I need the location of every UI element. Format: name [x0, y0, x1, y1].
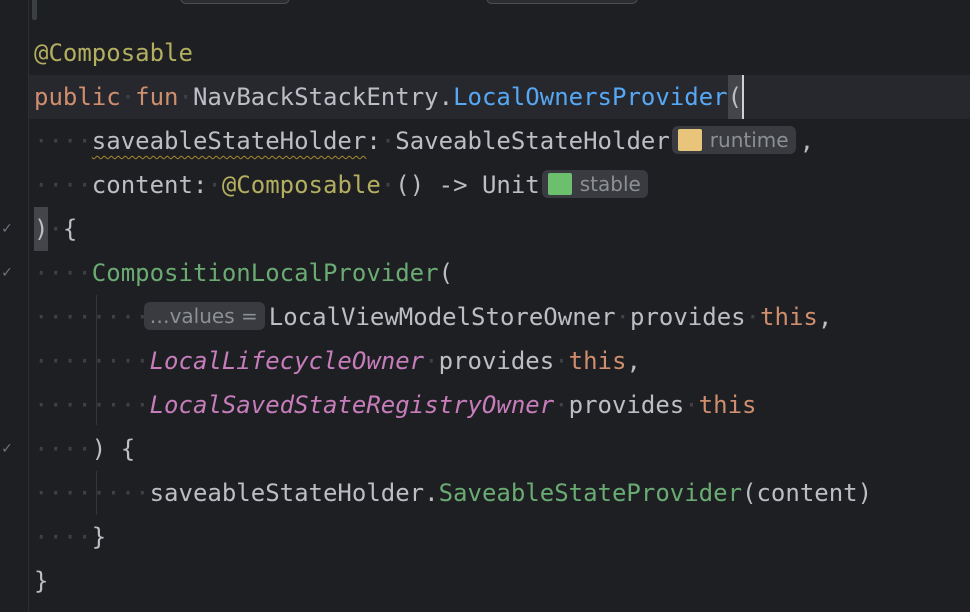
matched-paren: ( [727, 75, 743, 119]
owner-ref: LocalSavedStateRegistryOwner [149, 391, 555, 419]
inlay-hint-chip [486, 0, 638, 4]
call-name: CompositionLocalProvider [91, 259, 439, 287]
this-keyword: this [568, 347, 627, 375]
this-keyword: this [760, 303, 818, 331]
code-line[interactable]: ········saveableStateHolder.SaveableStat… [34, 471, 872, 515]
code-line-current[interactable]: public·fun·NavBackStackEntry.LocalOwners… [29, 75, 970, 119]
receiver-ref: saveableStateHolder [149, 479, 425, 507]
code-line[interactable]: ····saveableStateHolder:·SaveableStateHo… [34, 119, 814, 163]
keyword-fun: fun [135, 83, 179, 111]
provides-token: provides [568, 391, 685, 419]
param-type: SaveableStateHolder [395, 127, 670, 155]
close-call-token: ) { [91, 435, 136, 463]
gutter-check-icon[interactable]: ✓ [0, 251, 14, 295]
code-line[interactable]: ········…values = LocalViewModelStoreOwne… [34, 295, 832, 339]
gutter-check-icon[interactable]: ✓ [0, 207, 14, 251]
keyword-public: public [34, 83, 121, 111]
this-keyword: this [698, 391, 757, 419]
param-type: () -> Unit [395, 171, 540, 199]
code-line[interactable]: ····CompositionLocalProvider( [34, 251, 453, 295]
owner-ref: LocalViewModelStoreOwner [268, 303, 616, 331]
code-line[interactable]: ········LocalLifecycleOwner·provides·thi… [34, 339, 641, 383]
provides-token: provides [438, 347, 555, 375]
dot-token: . [424, 479, 439, 507]
hint-label: stable [579, 172, 641, 196]
stability-hint-runtime[interactable]: runtime [671, 126, 796, 154]
function-name: LocalOwnersProvider [453, 83, 728, 111]
param-name-hint[interactable]: …values = [143, 302, 265, 330]
check-glyph: ✓ [1, 265, 13, 281]
param-name-warning[interactable]: saveableStateHolder [92, 127, 367, 155]
check-glyph: ✓ [1, 441, 13, 457]
code-line[interactable]: ····) { [34, 427, 135, 471]
gutter-check-icon[interactable]: ✓ [0, 427, 14, 471]
matched-paren: ) [34, 207, 49, 251]
code-line[interactable]: @Composable [34, 31, 193, 75]
code-line[interactable]: ····content:·@Composable·() -> Unit stabl… [34, 163, 652, 207]
fold-marker [32, 0, 37, 20]
annotation-token: @Composable [221, 171, 381, 199]
colon-token: : [192, 171, 208, 199]
open-brace: { [62, 215, 78, 243]
hint-label: runtime [709, 128, 789, 152]
param-name: content [91, 171, 193, 199]
comma-token: , [626, 347, 641, 375]
close-brace: } [91, 523, 107, 551]
code-line[interactable]: ········LocalSavedStateRegistryOwner·pro… [34, 383, 756, 427]
owner-ref: LocalLifecycleOwner [149, 347, 425, 375]
annotation-token: @Composable [34, 39, 193, 67]
runtime-swatch-icon [677, 128, 702, 151]
text-caret: ​ [742, 75, 745, 119]
provides-token: provides [630, 303, 746, 331]
stability-hint-stable[interactable]: stable [541, 170, 648, 198]
comma-token: , [817, 303, 833, 331]
colon-token: : [366, 127, 381, 155]
check-glyph: ✓ [1, 221, 13, 237]
comma-token: , [799, 127, 815, 155]
dot-token: . [438, 83, 454, 111]
code-line[interactable]: } [34, 559, 48, 603]
editor-gutter [0, 0, 28, 612]
method-call: SaveableStateProvider [438, 479, 743, 507]
close-brace: } [34, 567, 49, 595]
paren-token: ( [727, 83, 743, 111]
stable-swatch-icon [547, 172, 572, 195]
paren-token: ( [438, 259, 454, 287]
code-line[interactable]: ····} [34, 515, 106, 559]
receiver-type: NavBackStackEntry [192, 83, 439, 111]
call-args: (content) [742, 479, 873, 507]
inlay-hint-chip [180, 0, 290, 4]
code-line[interactable]: )·{ [34, 207, 77, 251]
